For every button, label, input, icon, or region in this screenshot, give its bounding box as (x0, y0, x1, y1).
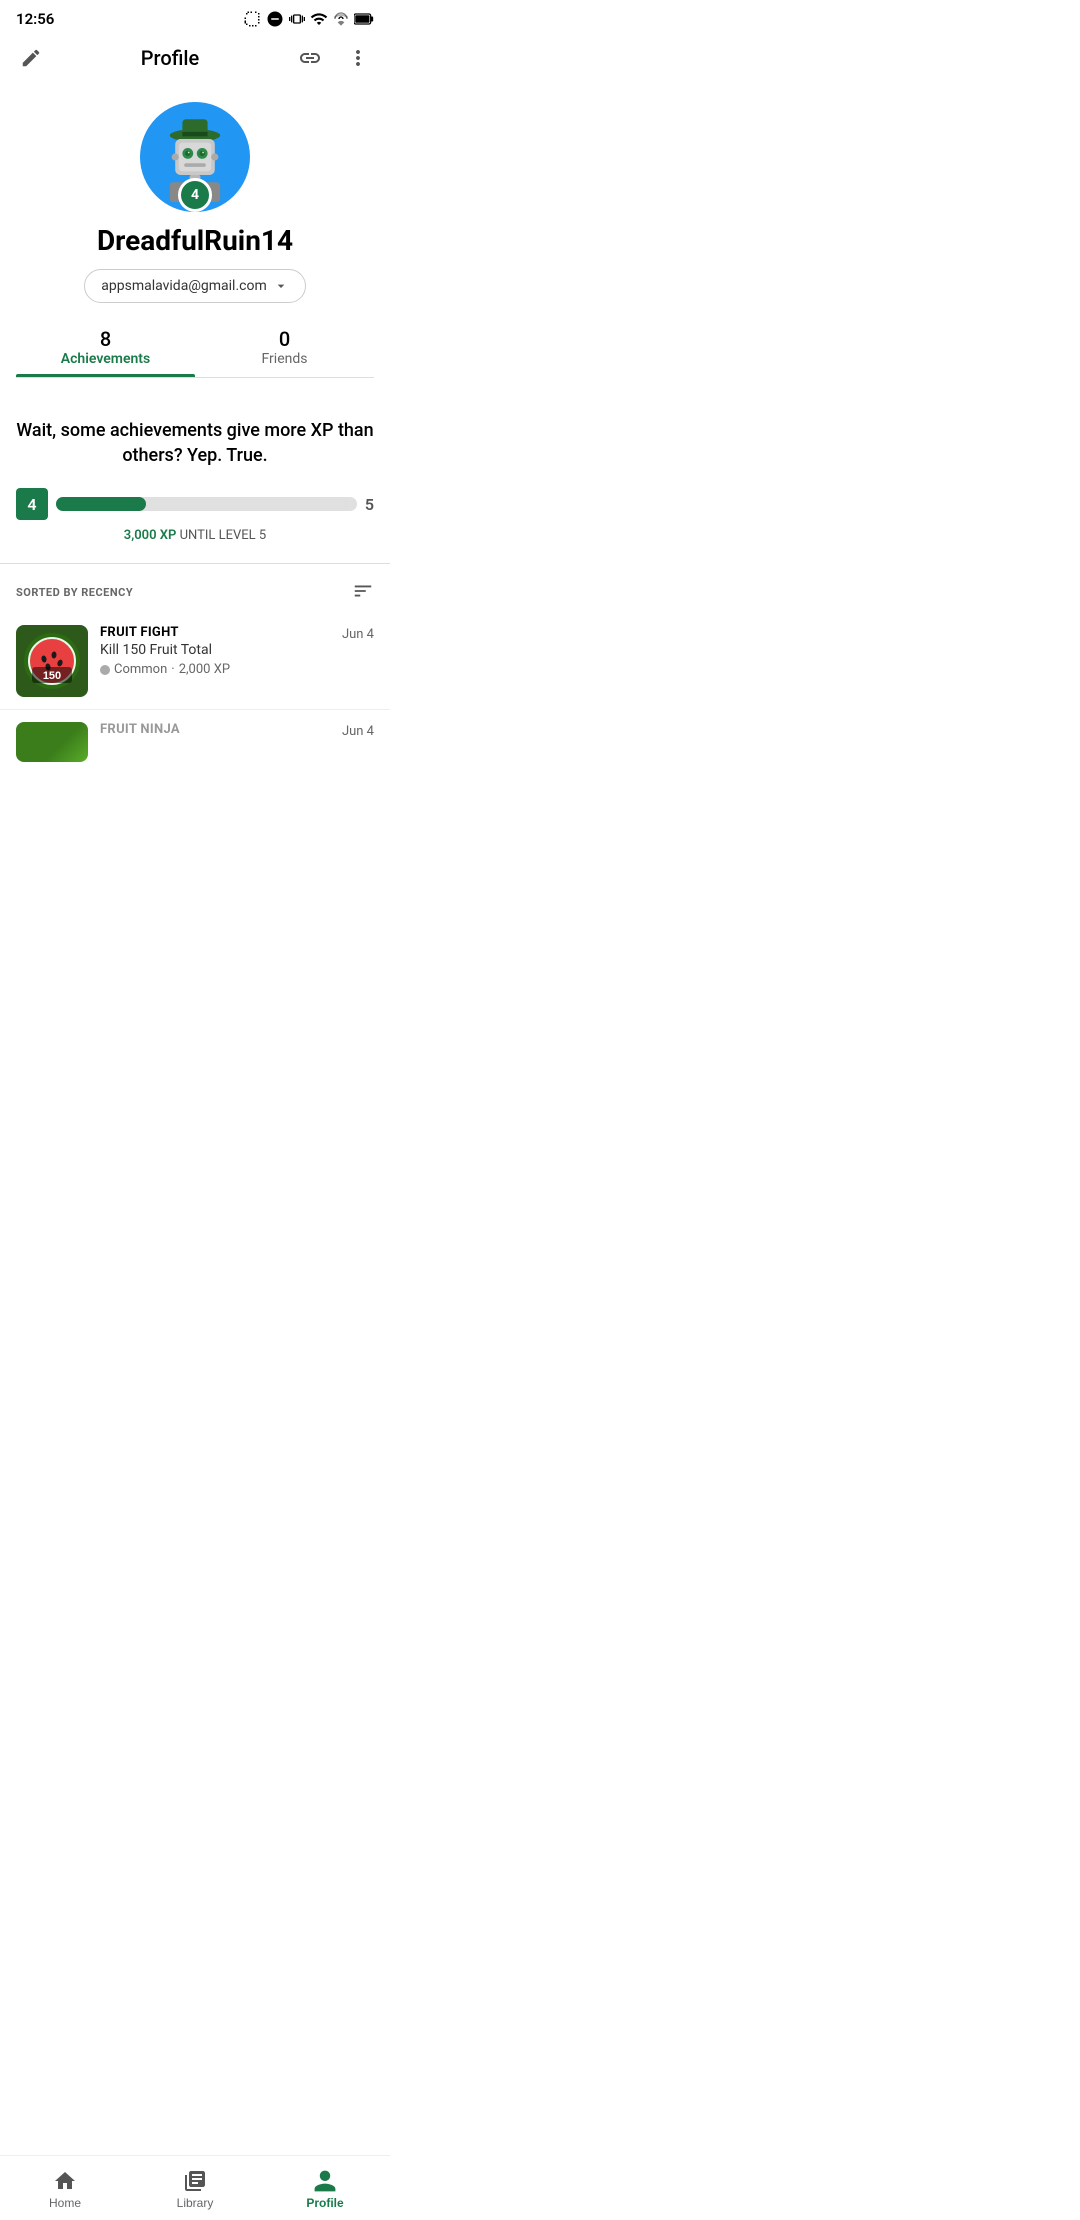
battery-icon (354, 12, 374, 26)
nav-home[interactable]: Home (25, 2164, 105, 2214)
status-bar: 12:56 (0, 0, 390, 34)
wifi-icon (310, 10, 328, 28)
xp-amount: 3,000 XP (124, 528, 177, 543)
signal-icon (333, 11, 349, 27)
xp-until-label: UNTIL LEVEL 5 (180, 528, 267, 543)
sort-label: SORTED BY RECENCY (16, 586, 133, 599)
achievement-thumb: 150 (16, 625, 88, 697)
achievement-rarity: Common (114, 662, 167, 677)
achievement-info: FRUIT FIGHT Kill 150 Fruit Total Common … (100, 625, 330, 677)
svg-text:150: 150 (43, 670, 61, 682)
status-time: 12:56 (16, 10, 54, 28)
more-options-button[interactable] (342, 42, 374, 74)
link-button[interactable] (294, 42, 326, 74)
achievement-thumb-partial (16, 722, 88, 762)
pencil-icon (20, 47, 42, 69)
progress-bar-fill (56, 497, 146, 511)
account-email: appsmalavida@gmail.com (101, 278, 266, 294)
chevron-down-icon (273, 278, 289, 294)
tab-friends[interactable]: 0 Friends (195, 319, 374, 377)
achievement-game: FRUIT FIGHT (100, 625, 330, 640)
nav-library[interactable]: Library (155, 2164, 235, 2214)
watermelon-icon: 150 (22, 631, 82, 691)
sort-button[interactable] (352, 580, 374, 605)
achievement-date-partial: Jun 4 (342, 724, 374, 739)
xp-headline: Wait, some achievements give more XP tha… (16, 418, 374, 468)
achievement-info-partial: FRUIT NINJA (100, 722, 330, 737)
list-header: SORTED BY RECENCY (0, 564, 390, 613)
profile-icon-container (312, 2168, 338, 2194)
edit-button[interactable] (16, 43, 46, 73)
rarity-dot-icon (100, 665, 110, 675)
achievement-dot-separator: · (171, 662, 174, 677)
account-selector[interactable]: appsmalavida@gmail.com (84, 269, 305, 303)
achievement-item[interactable]: 150 FRUIT FIGHT Kill 150 Fruit Total Com… (0, 613, 390, 710)
achievement-xp: 2,000 XP (179, 662, 230, 677)
friends-count: 0 (279, 327, 290, 351)
nav-profile[interactable]: Profile (285, 2164, 365, 2214)
library-icon-container (182, 2168, 208, 2194)
library-icon (183, 2169, 207, 2193)
current-level-label: 4 (16, 488, 48, 520)
xp-until-text: 3,000 XP UNTIL LEVEL 5 (16, 528, 374, 543)
avatar-container: 4 (140, 102, 250, 212)
achievement-date: Jun 4 (342, 627, 374, 642)
status-icons (243, 10, 374, 28)
nav-home-label: Home (49, 2196, 81, 2210)
profile-nav-icon (312, 2168, 338, 2194)
home-icon-container (52, 2168, 78, 2194)
achievement-desc: Kill 150 Fruit Total (100, 642, 330, 658)
nav-profile-label: Profile (306, 2196, 343, 2210)
tab-achievements[interactable]: 8 Achievements (16, 319, 195, 377)
achievements-count: 8 (100, 327, 111, 351)
profile-section: 4 DreadfulRuin14 appsmalavida@gmail.com … (0, 82, 390, 394)
page-title: Profile (141, 46, 199, 70)
sort-icon (352, 580, 374, 602)
achievement-meta: Common · 2,000 XP (100, 662, 330, 677)
friends-label: Friends (262, 351, 308, 367)
vibrate-icon (289, 11, 305, 27)
screenshot-icon (243, 10, 261, 28)
achievements-label: Achievements (61, 351, 150, 367)
home-icon (53, 2169, 77, 2193)
progress-container: 4 5 (16, 488, 374, 520)
no-entry-icon (266, 10, 284, 28)
bottom-nav: Home Library Profile (0, 2155, 390, 2220)
progress-bar (56, 497, 357, 511)
achievement-item-partial[interactable]: FRUIT NINJA Jun 4 (0, 710, 390, 765)
more-vert-icon (346, 46, 370, 70)
tabs-container: 8 Achievements 0 Friends (16, 319, 374, 378)
app-bar: Profile (0, 34, 390, 82)
username: DreadfulRuin14 (97, 224, 293, 257)
bottom-spacer (0, 765, 390, 845)
nav-library-label: Library (177, 2196, 214, 2210)
app-bar-actions (294, 42, 374, 74)
achievement-game-partial: FRUIT NINJA (100, 722, 330, 737)
next-level-label: 5 (365, 495, 374, 514)
level-badge: 4 (178, 178, 212, 212)
xp-section: Wait, some achievements give more XP tha… (0, 394, 390, 564)
link-icon (298, 46, 322, 70)
